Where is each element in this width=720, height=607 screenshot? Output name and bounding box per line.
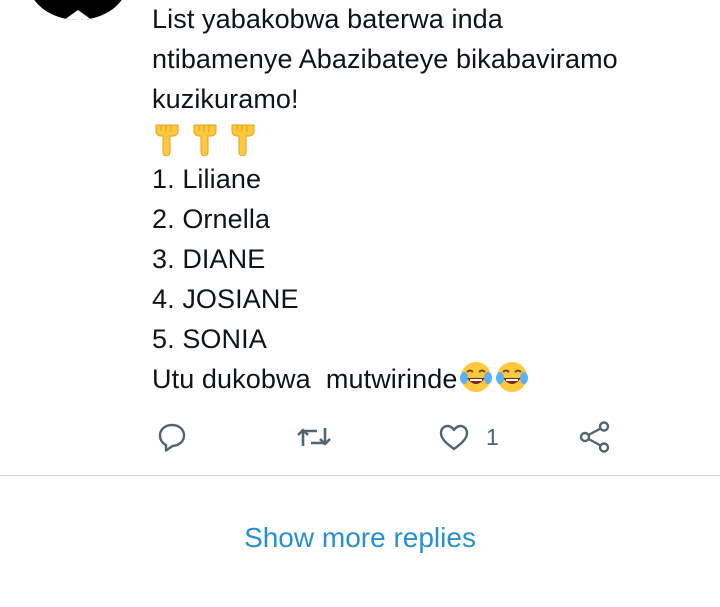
list-item-4: 4. JOSIANE xyxy=(152,284,299,314)
retweet-icon xyxy=(297,428,331,446)
share-button[interactable] xyxy=(578,417,612,457)
tears-of-joy-icon xyxy=(496,362,529,392)
like-button[interactable]: 1 xyxy=(438,417,499,457)
tweet-text: List yabakobwa baterwa inda ntibamenye A… xyxy=(152,0,692,399)
share-icon xyxy=(579,421,610,453)
tweet-actions: 1 xyxy=(152,417,632,457)
retweet-button[interactable] xyxy=(295,417,333,457)
user-avatar[interactable] xyxy=(28,0,128,20)
reply-icon xyxy=(158,423,186,452)
like-icon xyxy=(439,424,469,451)
closing-text: Utu dukobwa mutwirinde xyxy=(152,364,458,394)
divider xyxy=(0,475,720,476)
closing-line: Utu dukobwa mutwirinde xyxy=(152,359,692,399)
like-count: 1 xyxy=(486,423,499,450)
pointing-down-emoji-row xyxy=(152,119,692,159)
pointing-down-hand-icon xyxy=(193,124,217,156)
list-item-1: 1. Liliane xyxy=(152,164,262,194)
reply-button[interactable] xyxy=(156,417,188,457)
list-item-3: 3. DIANE xyxy=(152,244,266,274)
list-item-5: 5. SONIA xyxy=(152,324,267,354)
pointing-down-hand-icon xyxy=(155,124,179,156)
list-item-2: 2. Ornella xyxy=(152,204,271,234)
avatar-mark xyxy=(64,10,92,20)
show-more-replies-link[interactable]: Show more replies xyxy=(0,518,720,558)
tweet-line-3: kuzikuramo! xyxy=(152,84,299,114)
tweet-line-2: ntibamenye Abazibateye bikabaviramo xyxy=(152,44,618,74)
pointing-down-hand-icon xyxy=(231,124,255,156)
tweet-line-1: List yabakobwa baterwa inda xyxy=(152,4,503,34)
tears-of-joy-icon xyxy=(460,362,493,392)
